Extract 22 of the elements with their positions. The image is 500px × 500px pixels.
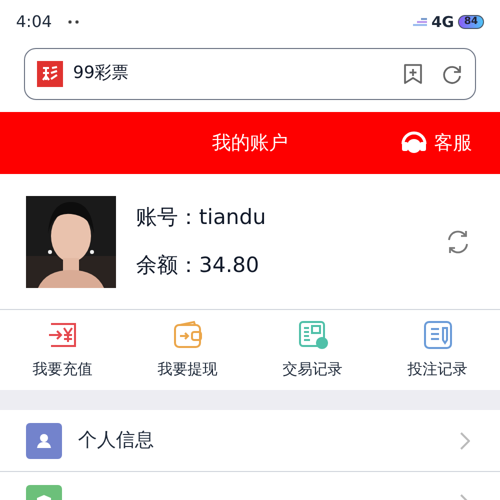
shortcut-button[interactable]: 我要充值 bbox=[0, 310, 125, 390]
bookmark-add-icon[interactable] bbox=[403, 63, 423, 85]
site-title: 99彩票 bbox=[73, 62, 129, 86]
shortcut-button[interactable]: 交易记录 bbox=[250, 310, 375, 390]
shortcut-button[interactable]: 投注记录 bbox=[375, 310, 500, 390]
account-balance: 余额：34.80 bbox=[136, 252, 260, 278]
menu-item[interactable]: 个人信息 bbox=[0, 410, 500, 472]
network-label: 4G bbox=[431, 12, 454, 33]
status-time: 4:04 bbox=[16, 11, 52, 33]
battery-indicator: 84 bbox=[458, 15, 484, 29]
chevron-right-icon bbox=[460, 432, 470, 450]
menu-label: 个人信息 bbox=[78, 428, 154, 454]
shortcut-button[interactable]: 我要提现 bbox=[125, 310, 250, 390]
customer-service-button[interactable]: 客服 bbox=[400, 128, 472, 158]
logo-icon bbox=[37, 61, 63, 87]
account-username: 账号：tiandu bbox=[136, 204, 266, 231]
headset-icon bbox=[400, 130, 428, 156]
address-bar[interactable]: 99彩票 bbox=[24, 48, 476, 100]
signal-icon bbox=[413, 16, 428, 28]
refresh-icon[interactable] bbox=[441, 63, 463, 85]
page-title: 我的账户 bbox=[212, 130, 288, 156]
notification-dots-icon bbox=[68, 20, 80, 24]
